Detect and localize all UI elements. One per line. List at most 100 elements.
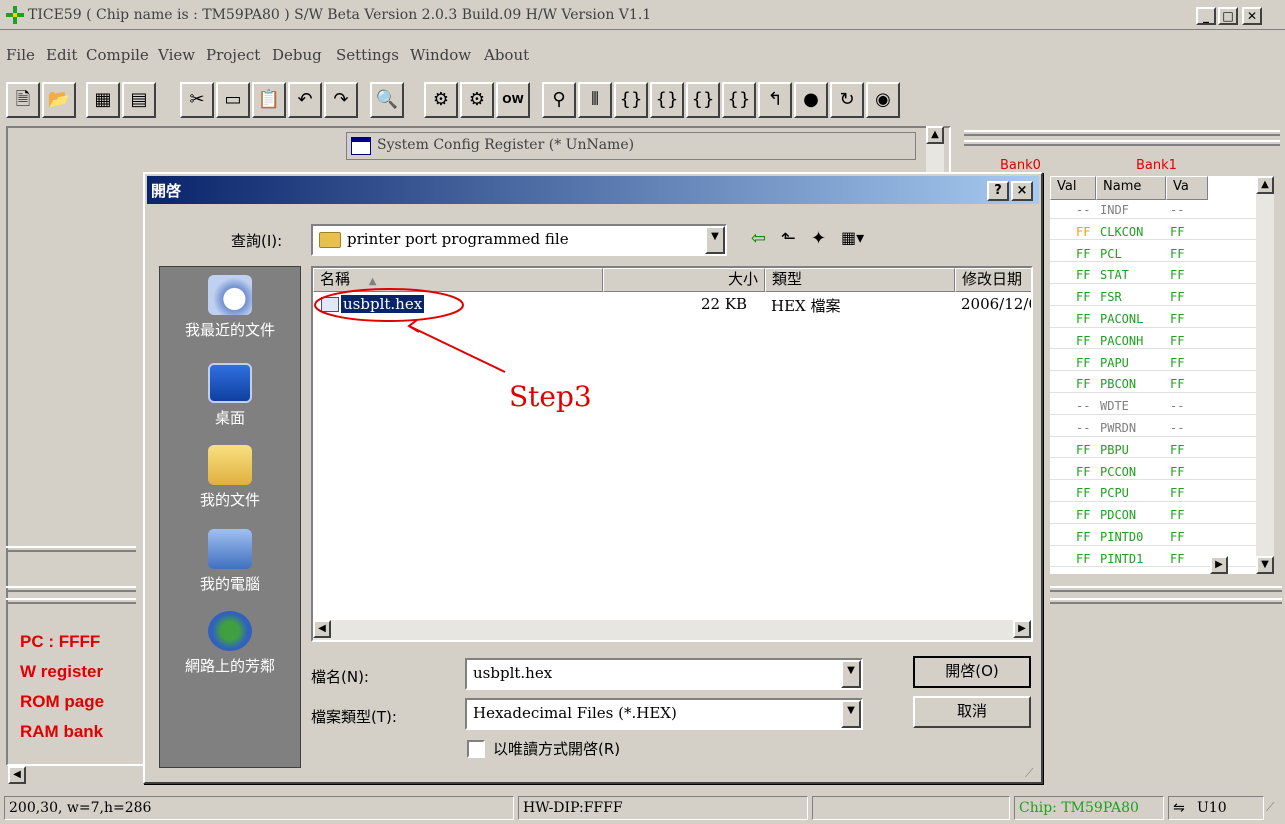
filetype-combo[interactable]: Hexadecimal Files (*.HEX) ▼	[465, 698, 863, 730]
run-button[interactable]: ⚲	[542, 82, 576, 118]
bank-scrollbar[interactable]: ▲ ▼	[1256, 176, 1274, 574]
bank-row[interactable]: FF PCL FF	[1050, 246, 1266, 263]
write-button[interactable]: OW	[496, 82, 530, 118]
breakpoint-button[interactable]: ●	[794, 82, 828, 118]
bank-row[interactable]: FF FSR FF	[1050, 289, 1266, 306]
build-button[interactable]: ⚙	[460, 82, 494, 118]
compile-button[interactable]: ⚙	[424, 82, 458, 118]
return-button[interactable]: ↰	[758, 82, 792, 118]
place-documents[interactable]: 我的文件	[160, 445, 300, 510]
step-over-button[interactable]: {}	[614, 82, 648, 118]
bank-scroll-down[interactable]: ▼	[1256, 556, 1274, 574]
scroll-up-button[interactable]: ▲	[926, 126, 944, 144]
col-val2[interactable]: Va	[1166, 176, 1208, 200]
bank-row[interactable]: FF PINTD1 FF	[1050, 551, 1266, 568]
bank-row[interactable]: FF PCCON FF	[1050, 464, 1266, 481]
close-button[interactable]: ✕	[1242, 7, 1262, 25]
bank-row[interactable]: FF PINTD0 FF	[1050, 529, 1266, 546]
splitter[interactable]	[6, 586, 136, 592]
bank-row[interactable]: FF STAT FF	[1050, 267, 1266, 284]
cancel-button[interactable]: 取消	[913, 696, 1031, 728]
dialog-title-bar[interactable]: 開啓 ? ×	[147, 176, 1039, 204]
minimize-button[interactable]: _	[1196, 7, 1216, 25]
splitter[interactable]	[1050, 586, 1282, 592]
view-menu-icon[interactable]: ▦▾	[841, 228, 864, 247]
info-hscroll-left[interactable]: ◀	[8, 766, 26, 784]
save-all-button[interactable]: ▤	[122, 82, 156, 118]
dialog-close-button[interactable]: ×	[1011, 181, 1033, 201]
place-computer[interactable]: 我的電腦	[160, 529, 300, 594]
splitter[interactable]	[6, 546, 136, 552]
paste-button[interactable]: 📋	[252, 82, 286, 118]
col-val[interactable]: Val	[1050, 176, 1096, 200]
file-list[interactable]: 名稱 ▲ 大小 類型 修改日期 usbplt.hex 22 KB HEX 檔案 …	[311, 266, 1033, 642]
bank-scroll-up[interactable]: ▲	[1256, 176, 1274, 194]
reset-button[interactable]: ↻	[830, 82, 864, 118]
bank-row[interactable]: FF PDCON FF	[1050, 507, 1266, 524]
stop-button[interactable]: ◉	[866, 82, 900, 118]
step-into-button[interactable]: ⫴	[578, 82, 612, 118]
bank-row[interactable]: FF PACONH FF	[1050, 333, 1266, 350]
scroll-left-button[interactable]: ◀	[8, 766, 26, 784]
bank-row[interactable]: FF PAPU FF	[1050, 355, 1266, 372]
bank-row[interactable]: FF CLKCON FF	[1050, 224, 1266, 241]
menu-file[interactable]: File	[6, 46, 35, 64]
menu-compile[interactable]: Compile	[86, 46, 149, 64]
menu-debug[interactable]: Debug	[272, 46, 322, 64]
system-config-window[interactable]: System Config Register (* UnName)	[340, 126, 920, 168]
hscroll-left-button[interactable]: ◀	[313, 620, 331, 638]
filename-combo[interactable]: usbplt.hex ▼	[465, 658, 863, 690]
col-name[interactable]: Name	[1096, 176, 1166, 200]
resize-grip-icon[interactable]: ⟋	[1025, 766, 1033, 781]
bank-row[interactable]: -- WDTE --	[1050, 398, 1266, 415]
run-to-cursor-button[interactable]: {}	[686, 82, 720, 118]
menu-settings[interactable]: Settings	[336, 46, 399, 64]
menu-about[interactable]: About	[484, 46, 529, 64]
place-recent[interactable]: 我最近的文件	[160, 275, 300, 340]
dialog-help-button[interactable]: ?	[987, 181, 1009, 201]
undo-button[interactable]: ↶	[288, 82, 322, 118]
place-network[interactable]: 網路上的芳鄰	[160, 611, 300, 676]
splitter[interactable]	[1050, 598, 1282, 604]
filename-value[interactable]: usbplt.hex	[473, 664, 552, 682]
bank-row[interactable]: FF PCPU FF	[1050, 485, 1266, 502]
chevron-down-icon[interactable]: ▼	[841, 700, 861, 728]
bank-hscroll-right[interactable]: ▶	[1210, 556, 1228, 574]
maximize-button[interactable]: □	[1218, 7, 1238, 25]
copy-button[interactable]: ▭	[216, 82, 250, 118]
splitter[interactable]	[964, 130, 1280, 136]
new-file-button[interactable]: 🗎	[6, 82, 40, 118]
bank-row[interactable]: FF PBCON FF	[1050, 376, 1266, 393]
file-list-hscroll[interactable]: ◀ ▶	[313, 620, 1031, 640]
readonly-checkbox[interactable]	[467, 740, 485, 758]
save-button[interactable]: ▦	[86, 82, 120, 118]
bank-row[interactable]: -- INDF --	[1050, 202, 1266, 219]
bank-grid[interactable]: Val Name Va -- INDF -- FF CLKCON FF FF PCL FF FF S…	[1050, 176, 1266, 574]
bank-row[interactable]: FF PBPU FF	[1050, 442, 1266, 459]
resize-grip-icon[interactable]: ⟋	[1266, 800, 1282, 816]
back-icon[interactable]: ⇦	[751, 228, 766, 249]
up-folder-icon[interactable]: ⬑	[781, 228, 796, 249]
bank-row[interactable]: FF PACONL FF	[1050, 311, 1266, 328]
place-desktop[interactable]: 桌面	[160, 363, 300, 428]
chevron-down-icon[interactable]: ▼	[705, 226, 725, 254]
menu-window[interactable]: Window	[410, 46, 471, 64]
lookin-combo[interactable]: printer port programmed file ▼	[311, 224, 727, 256]
menu-project[interactable]: Project	[206, 46, 260, 64]
cut-button[interactable]: ✂	[180, 82, 214, 118]
hscroll-right-button[interactable]: ▶	[1013, 620, 1031, 638]
chevron-down-icon[interactable]: ▼	[841, 660, 861, 688]
menu-edit[interactable]: Edit	[46, 46, 77, 64]
scroll-right-button[interactable]: ▶	[1210, 556, 1228, 574]
open-button[interactable]: 📂	[42, 82, 76, 118]
system-config-header[interactable]: System Config Register (* UnName)	[346, 132, 916, 160]
splitter[interactable]	[6, 598, 136, 604]
splitter[interactable]	[964, 140, 1280, 146]
redo-button[interactable]: ↷	[324, 82, 358, 118]
menu-view[interactable]: View	[158, 46, 195, 64]
new-folder-icon[interactable]: ✦	[811, 228, 826, 249]
open-button[interactable]: 開啓(O)	[913, 656, 1031, 688]
bank-row[interactable]: -- PWRDN --	[1050, 420, 1266, 437]
step-back-button[interactable]: {}	[722, 82, 756, 118]
find-button[interactable]: 🔍	[370, 82, 404, 118]
